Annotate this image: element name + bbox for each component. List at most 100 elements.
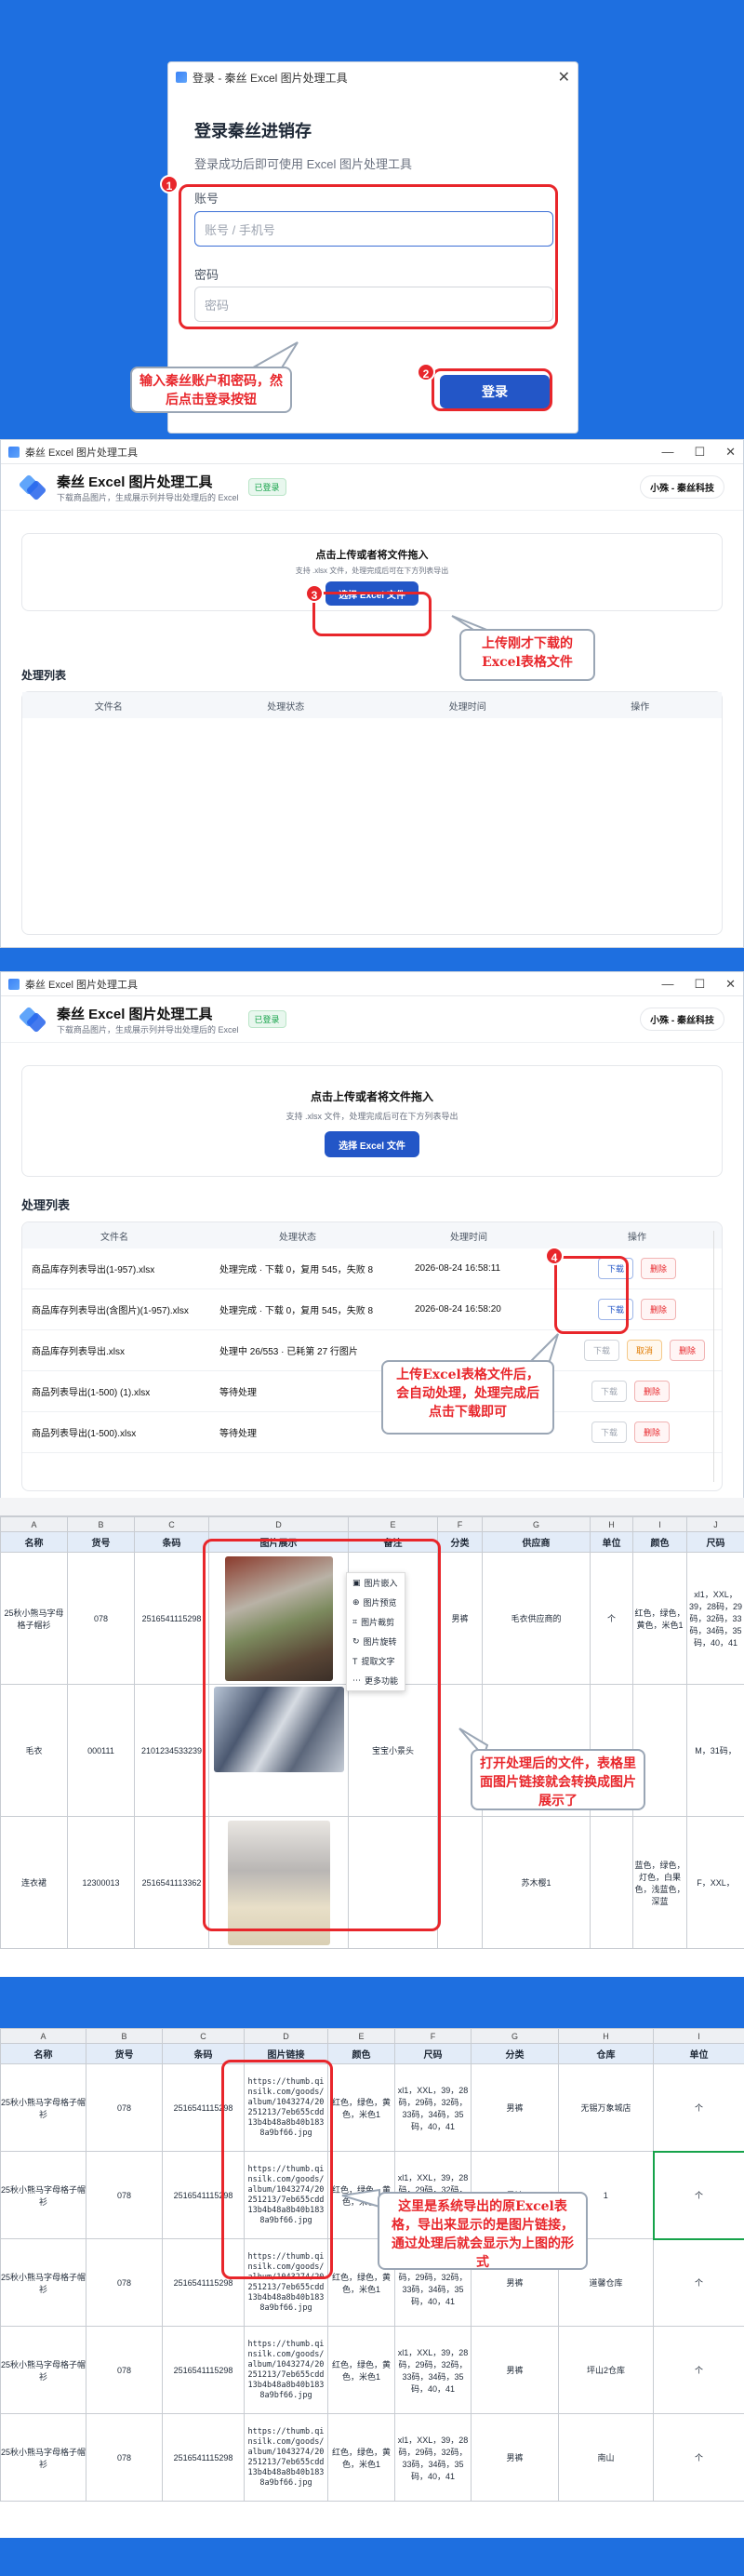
header-cell[interactable]: 货号	[86, 2043, 163, 2064]
col-letter[interactable]: I	[653, 2028, 744, 2044]
cell-sku[interactable]: 078	[86, 2063, 163, 2152]
header-cell[interactable]: 货号	[67, 1531, 135, 1553]
select-file-button[interactable]: 选择 Excel 文件	[325, 1131, 419, 1157]
cell-store[interactable]: 坪山2仓库	[558, 2326, 654, 2414]
header-cell[interactable]: 供应商	[482, 1531, 591, 1553]
col-letter[interactable]: D	[208, 1516, 349, 1532]
cell-name[interactable]: 25秋小熊马字母格子帽衫	[0, 2063, 86, 2152]
col-letter[interactable]: B	[67, 1516, 135, 1532]
col-letter[interactable]: C	[134, 1516, 209, 1532]
cell-supplier[interactable]: 苏木樱1	[482, 1816, 591, 1949]
cell-supplier[interactable]: 毛衣供应商的	[482, 1552, 591, 1685]
cell-category[interactable]: 男裤	[437, 1552, 483, 1685]
cell-name[interactable]: 25秋小熊马字母格子帽衫	[0, 1552, 68, 1685]
cell-image-link[interactable]: https://thumb.qinsilk.com/goods/album/10…	[244, 2413, 328, 2502]
delete-button[interactable]: 删除	[669, 1340, 705, 1361]
cell-size[interactable]: M，31码，	[686, 1684, 744, 1817]
col-letter[interactable]: F	[437, 1516, 483, 1532]
cell-image-link[interactable]: https://thumb.qinsilk.com/goods/album/10…	[244, 2326, 328, 2414]
close-icon[interactable]: ✕	[725, 977, 736, 992]
minimize-icon[interactable]: —	[661, 445, 673, 460]
cell-store[interactable]: 无锡万象城店	[558, 2063, 654, 2152]
cell-category[interactable]: 男裤	[471, 2413, 559, 2502]
close-icon[interactable]: ✕	[725, 445, 736, 460]
cell-unit[interactable]: 个	[653, 2238, 744, 2327]
download-button[interactable]: 下载	[591, 1381, 627, 1402]
col-letter[interactable]: E	[327, 2028, 395, 2044]
cell-size[interactable]: xl1，XXL，39，28码，29码，32码，33码，34码，35码，40，41	[686, 1552, 744, 1685]
cell-unit[interactable]: 个	[653, 2063, 744, 2152]
header-cell[interactable]: 尺码	[686, 1531, 744, 1553]
upload-dropzone[interactable]: 点击上传或者将文件拖入 支持 .xlsx 文件，处理完成后可在下方列表导出 选择…	[21, 1065, 723, 1177]
cell-category[interactable]	[437, 1816, 483, 1949]
scrollbar[interactable]	[713, 1231, 719, 1482]
header-cell[interactable]: 颜色	[632, 1531, 687, 1553]
header-cell[interactable]: 仓库	[558, 2043, 654, 2064]
cell-unit[interactable]: 个	[590, 1552, 633, 1685]
header-cell[interactable]: 条码	[134, 1531, 209, 1553]
delete-button[interactable]: 删除	[633, 1381, 670, 1402]
cell-sku[interactable]: 078	[86, 2151, 163, 2239]
col-letter[interactable]: H	[558, 2028, 654, 2044]
header-cell[interactable]: 单位	[653, 2043, 744, 2064]
cell-unit[interactable]: 个	[653, 2326, 744, 2414]
download-button[interactable]: 下载	[583, 1340, 619, 1361]
cell-color[interactable]: 红色，绿色，黄色，米色1	[632, 1552, 687, 1685]
cell-sku[interactable]: 000111	[67, 1684, 135, 1817]
cell-category[interactable]: 男裤	[471, 2063, 559, 2152]
col-letter[interactable]: F	[394, 2028, 472, 2044]
cell-unit[interactable]	[590, 1816, 633, 1949]
delete-button[interactable]: 删除	[633, 1421, 670, 1443]
cell-barcode[interactable]: 2516541115298	[134, 1552, 209, 1685]
delete-button[interactable]: 删除	[641, 1258, 677, 1279]
header-cell[interactable]: 尺码	[394, 2043, 472, 2064]
cell-color[interactable]: 红色，绿色，黄色，米色1	[327, 2326, 395, 2414]
col-letter[interactable]: B	[86, 2028, 163, 2044]
cell-color[interactable]: 蓝色，绿色，灯色，白果色，浅蓝色，深蓝	[632, 1816, 687, 1949]
cell-unit[interactable]: 个	[653, 2413, 744, 2502]
cell-color[interactable]: 红色，绿色，黄色，米色1	[327, 2413, 395, 2502]
header-cell[interactable]: 分类	[437, 1531, 483, 1553]
cell-name[interactable]: 连衣裙	[0, 1816, 68, 1949]
col-letter[interactable]: G	[482, 1516, 591, 1532]
maximize-icon[interactable]: ☐	[694, 445, 705, 460]
minimize-icon[interactable]: —	[661, 977, 673, 992]
delete-button[interactable]: 删除	[641, 1299, 677, 1320]
user-menu[interactable]: 小殊 - 秦丝科技	[640, 475, 724, 499]
cell-unit[interactable]: 个	[652, 2150, 744, 2240]
cell-sku[interactable]: 078	[86, 2413, 163, 2502]
cell-sku[interactable]: 078	[86, 2326, 163, 2414]
cell-size[interactable]: xl1，XXL，39，28码，29码，32码，33码，34码，35码，40，41	[394, 2063, 472, 2152]
close-icon[interactable]: ✕	[558, 68, 570, 87]
cell-barcode[interactable]: 2516541113362	[134, 1816, 209, 1949]
col-letter[interactable]: I	[632, 1516, 687, 1532]
cell-name[interactable]: 25秋小熊马字母格子帽衫	[0, 2238, 86, 2327]
cell-sku[interactable]: 12300013	[67, 1816, 135, 1949]
header-cell[interactable]: 分类	[471, 2043, 559, 2064]
user-menu[interactable]: 小殊 - 秦丝科技	[640, 1008, 724, 1031]
cancel-button[interactable]: 取消	[626, 1340, 662, 1361]
header-cell[interactable]: 单位	[590, 1531, 633, 1553]
cell-barcode[interactable]: 2101234533239	[134, 1684, 209, 1817]
cell-store[interactable]: 南山	[558, 2413, 654, 2502]
col-letter[interactable]: H	[590, 1516, 633, 1532]
header-cell[interactable]: 名称	[0, 1531, 68, 1553]
col-letter[interactable]: J	[686, 1516, 744, 1532]
cell-color[interactable]: 红色，绿色，黄色，米色1	[327, 2063, 395, 2152]
cell-size[interactable]: F，XXL，	[686, 1816, 744, 1949]
header-cell[interactable]: 名称	[0, 2043, 86, 2064]
cell-name[interactable]: 25秋小熊马字母格子帽衫	[0, 2326, 86, 2414]
col-letter[interactable]: G	[471, 2028, 559, 2044]
maximize-icon[interactable]: ☐	[694, 977, 705, 992]
cell-name[interactable]: 25秋小熊马字母格子帽衫	[0, 2413, 86, 2502]
col-letter[interactable]: D	[244, 2028, 328, 2044]
header-cell[interactable]: 颜色	[327, 2043, 395, 2064]
col-letter[interactable]: E	[348, 1516, 438, 1532]
cell-size[interactable]: xl1，XXL，39，28码，29码，32码，33码，34码，35码，40，41	[394, 2413, 472, 2502]
cell-barcode[interactable]: 2516541115298	[162, 2326, 245, 2414]
download-button[interactable]: 下载	[591, 1421, 627, 1443]
col-letter[interactable]: A	[0, 1516, 68, 1532]
col-letter[interactable]: C	[162, 2028, 245, 2044]
cell-barcode[interactable]: 2516541115298	[162, 2413, 245, 2502]
cell-category[interactable]: 男裤	[471, 2326, 559, 2414]
